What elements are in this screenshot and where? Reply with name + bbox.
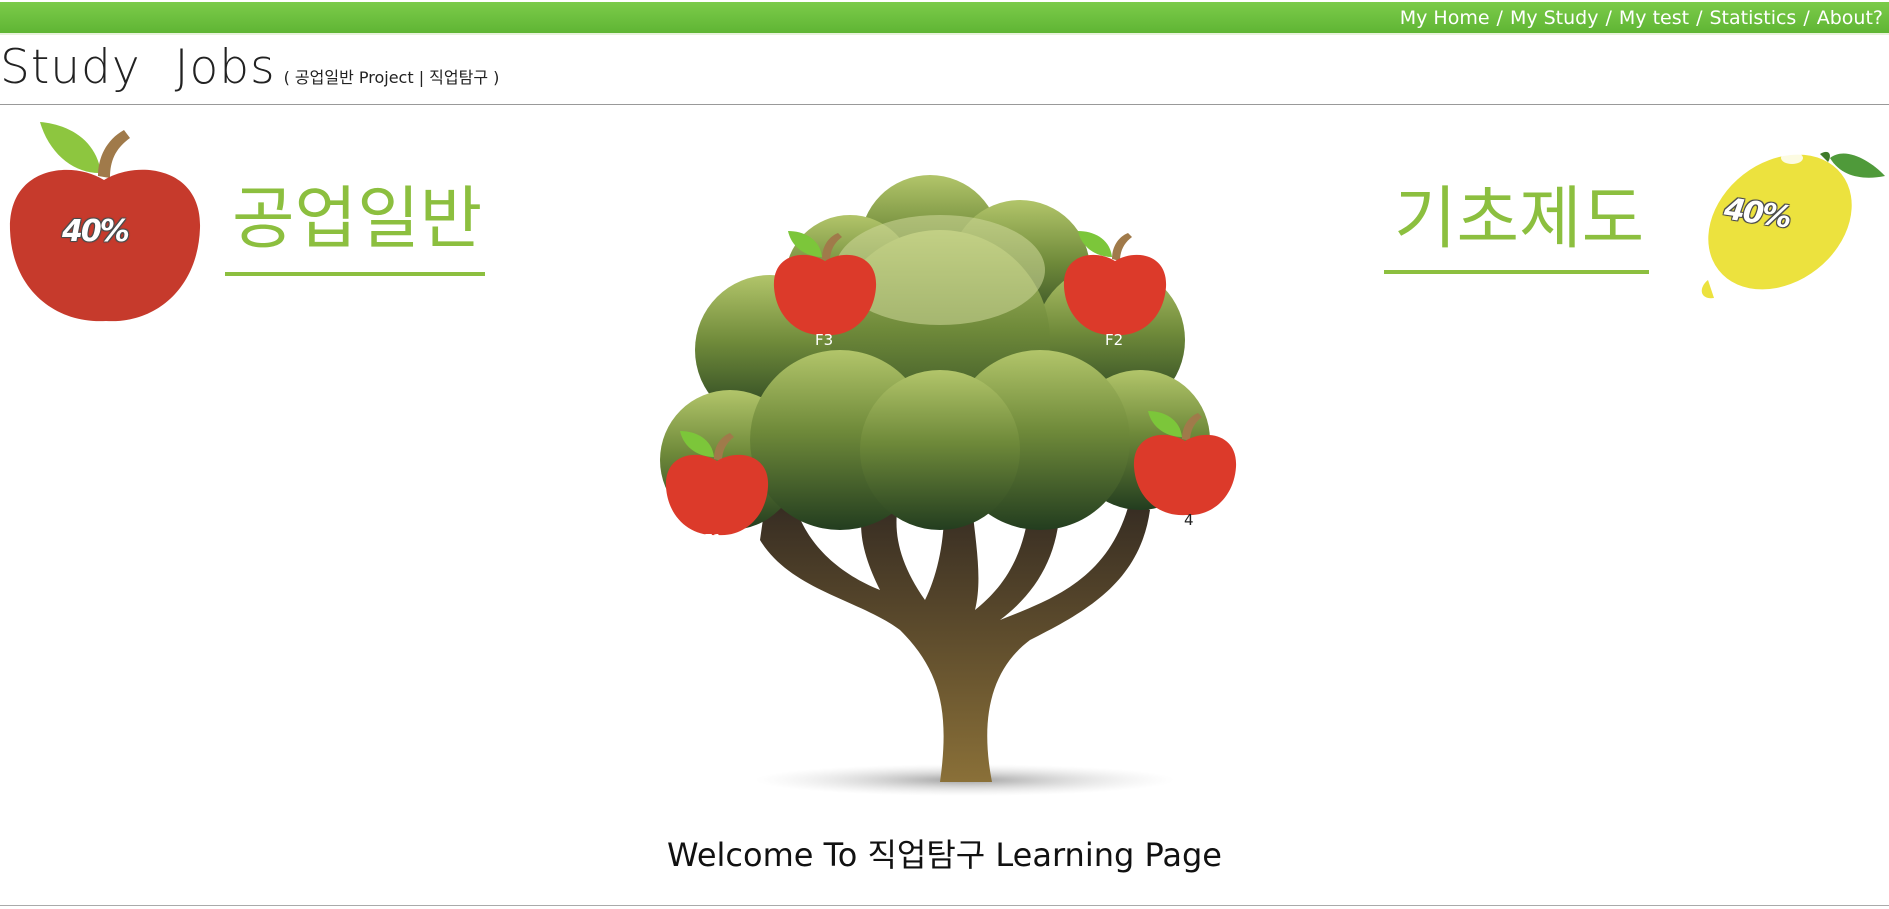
tree-apple-f4[interactable]: 4 [1130, 407, 1240, 529]
nav-separator: / [1605, 7, 1612, 29]
subject-link-right[interactable]: 기초제도 [1394, 180, 1644, 260]
main-nav: My Home / My Study / My test / Statistic… [1400, 5, 1883, 31]
subject-underline-right [1384, 270, 1649, 274]
site-header: Study Jobs ( 공업일반 Project | 직업탐구 ) [0, 40, 499, 96]
apple-icon [1133, 411, 1237, 516]
nav-my-test[interactable]: My test [1619, 7, 1689, 29]
nav-about[interactable]: About? [1817, 7, 1883, 29]
nav-my-home[interactable]: My Home [1400, 7, 1490, 29]
study-tree: F3 F2 F1 4 [640, 170, 1260, 810]
nav-separator: / [1803, 7, 1810, 29]
nav-my-study[interactable]: My Study [1510, 7, 1599, 29]
left-subject-progress-badge[interactable]: 40% [6, 118, 202, 324]
nav-separator: / [1496, 7, 1503, 29]
site-title[interactable]: Study Jobs [0, 40, 276, 95]
apple-icon [1063, 231, 1167, 336]
apple-icon [773, 231, 877, 336]
top-nav-bar: My Home / My Study / My test / Statistic… [0, 2, 1889, 35]
header-divider [0, 104, 1889, 105]
apple-label: F2 [1105, 331, 1124, 349]
nav-separator: / [1696, 7, 1703, 29]
nav-statistics[interactable]: Statistics [1709, 7, 1796, 29]
subject-link-left[interactable]: 공업일반 [232, 180, 482, 260]
welcome-message: Welcome To 직업탐구 Learning Page [667, 836, 1222, 874]
footer-divider [0, 905, 1889, 906]
site-subtitle: ( 공업일반 Project | 직업탐구 ) [283, 68, 500, 87]
apple-label: 4 [1184, 511, 1194, 529]
subject-underline-left [225, 272, 485, 276]
tree-apple-f2[interactable]: F2 [1060, 227, 1170, 349]
apple-icon [665, 431, 769, 536]
right-subject-progress-badge[interactable]: 40% [1680, 138, 1886, 308]
left-progress-text: 40% [62, 214, 130, 249]
tree-apple-f3[interactable]: F3 [770, 227, 880, 349]
tree-apple-f1[interactable]: F1 [662, 427, 772, 549]
apple-label: F3 [815, 331, 834, 349]
apple-label: F1 [704, 531, 723, 549]
